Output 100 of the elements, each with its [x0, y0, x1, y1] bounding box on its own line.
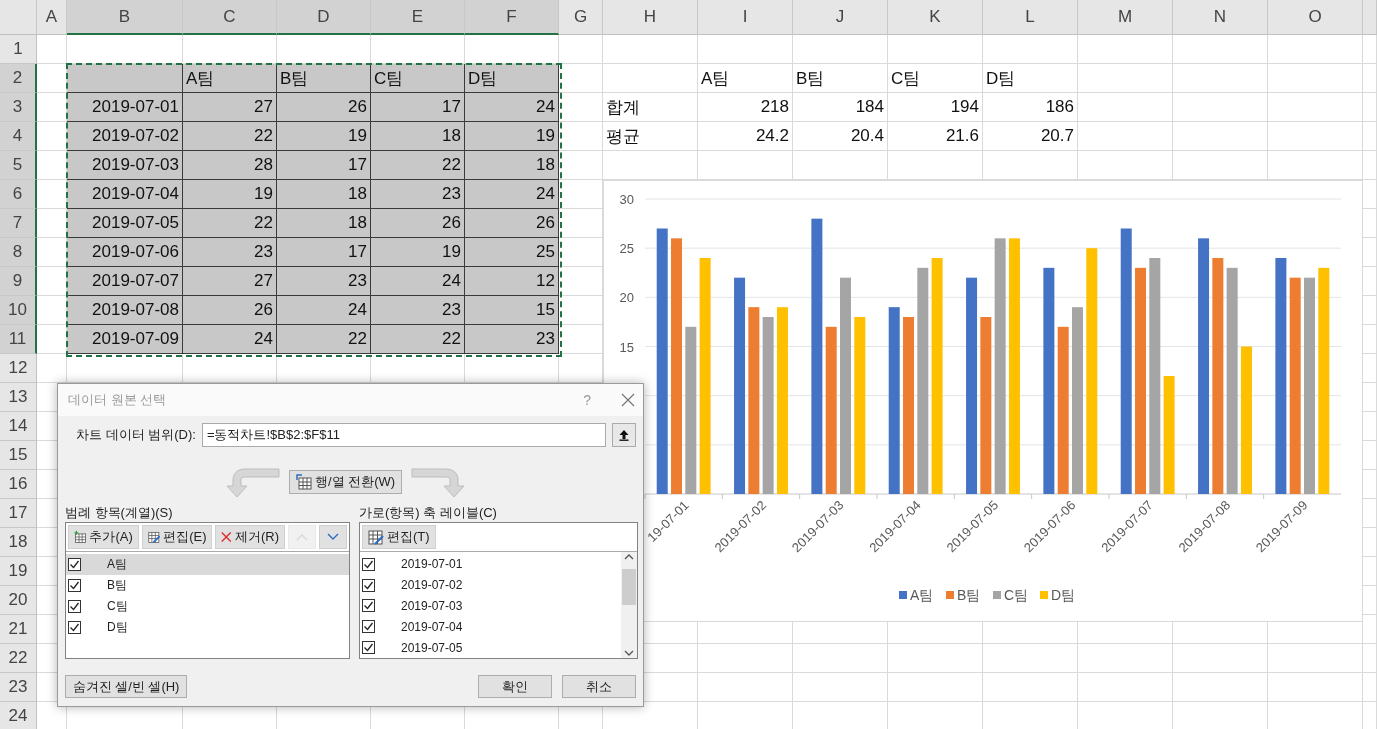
- edit-table-icon: [368, 529, 384, 545]
- axis-label: 30: [619, 192, 634, 207]
- column-header[interactable]: J: [793, 0, 888, 35]
- collapse-button[interactable]: [612, 423, 636, 447]
- number-cell: 27: [183, 93, 277, 122]
- toolbar-button[interactable]: 추가(A): [68, 525, 139, 549]
- row-header[interactable]: 22: [0, 644, 37, 673]
- column-header[interactable]: O: [1268, 0, 1363, 35]
- number-cell: 24.2: [698, 122, 793, 151]
- column-header[interactable]: A: [37, 0, 67, 35]
- row-header[interactable]: 23: [0, 673, 37, 702]
- row-header[interactable]: 15: [0, 441, 37, 470]
- number-cell: 20.4: [793, 122, 888, 151]
- row-header[interactable]: 2: [0, 64, 37, 93]
- close-icon: [221, 530, 232, 544]
- number-cell: 23: [183, 238, 277, 267]
- column-header-cell: D팀: [983, 64, 1078, 93]
- label-cell: 평균: [603, 122, 698, 151]
- column-header[interactable]: B: [67, 0, 183, 35]
- date-cell: 2019-07-09: [67, 325, 183, 354]
- row-header[interactable]: 13: [0, 383, 37, 412]
- number-cell: 26: [371, 209, 465, 238]
- cancel-button[interactable]: 취소: [562, 675, 636, 698]
- column-header[interactable]: M: [1078, 0, 1173, 35]
- number-cell: 22: [371, 151, 465, 180]
- column-header-cell: C팀: [371, 64, 465, 93]
- close-icon[interactable]: [621, 393, 635, 407]
- row-header[interactable]: 14: [0, 412, 37, 441]
- checkbox[interactable]: [362, 599, 375, 613]
- list-item[interactable]: B팀: [66, 575, 349, 596]
- column-header-cell: B팀: [793, 64, 888, 93]
- hidden-cells-button[interactable]: 숨겨진 셀/빈 셀(H): [65, 675, 187, 698]
- chevron-up-icon: [624, 554, 634, 560]
- edit-table-icon: [147, 529, 161, 545]
- row-header[interactable]: 21: [0, 615, 37, 644]
- number-cell: 22: [183, 209, 277, 238]
- list-item[interactable]: 2019-07-05: [360, 637, 621, 658]
- list-item[interactable]: A팀: [66, 554, 349, 575]
- column-header[interactable]: F: [465, 0, 559, 35]
- toolbar-button[interactable]: 제거(R): [215, 525, 285, 549]
- range-field[interactable]: =동적차트!$B$2:$F$11: [201, 423, 606, 447]
- checkbox[interactable]: [68, 600, 81, 613]
- number-cell: 18: [277, 180, 371, 209]
- column-header[interactable]: C: [183, 0, 277, 35]
- label-cell: 합계: [603, 93, 698, 122]
- row-header[interactable]: 11: [0, 325, 37, 354]
- row-header[interactable]: 9: [0, 267, 37, 296]
- switch-row-column-button[interactable]: 행/열 전환(W): [288, 470, 403, 494]
- column-header-cell: B팀: [277, 64, 371, 93]
- number-cell: 12: [465, 267, 559, 296]
- row-header[interactable]: 4: [0, 122, 37, 151]
- number-cell: 19: [371, 238, 465, 267]
- row-header[interactable]: 6: [0, 180, 37, 209]
- row-header[interactable]: 1: [0, 35, 37, 64]
- checkbox[interactable]: [68, 579, 81, 592]
- list-item[interactable]: C팀: [66, 596, 349, 617]
- column-header[interactable]: K: [888, 0, 983, 35]
- scrollbar[interactable]: [621, 552, 637, 658]
- row-header[interactable]: 24: [0, 702, 37, 729]
- checkbox[interactable]: [362, 620, 375, 634]
- row-header[interactable]: 3: [0, 93, 37, 122]
- number-cell: 22: [183, 122, 277, 151]
- number-cell: 23: [371, 180, 465, 209]
- checkbox[interactable]: [68, 621, 81, 634]
- checkbox[interactable]: [362, 557, 375, 571]
- checkbox[interactable]: [362, 578, 375, 592]
- number-cell: 15: [465, 296, 559, 325]
- column-header[interactable]: L: [983, 0, 1078, 35]
- number-cell: 23: [465, 325, 559, 354]
- legend-label: D팀: [1051, 587, 1076, 603]
- column-header[interactable]: G: [559, 0, 603, 35]
- number-cell: 22: [277, 325, 371, 354]
- column-header[interactable]: D: [277, 0, 371, 35]
- list-item[interactable]: D팀: [66, 617, 349, 638]
- row-header[interactable]: 8: [0, 238, 37, 267]
- number-cell: 25: [465, 238, 559, 267]
- number-cell: 21.6: [888, 122, 983, 151]
- toolbar-button[interactable]: 편집(E): [141, 525, 213, 549]
- row-header[interactable]: 18: [0, 528, 37, 557]
- checkbox[interactable]: [362, 641, 375, 655]
- number-cell: 22: [371, 325, 465, 354]
- number-cell: 17: [277, 238, 371, 267]
- number-cell: 23: [277, 267, 371, 296]
- row-header[interactable]: 19: [0, 557, 37, 586]
- row-header[interactable]: 16: [0, 470, 37, 499]
- ok-button[interactable]: 확인: [478, 675, 552, 698]
- number-cell: 20.7: [983, 122, 1078, 151]
- row-header[interactable]: 20: [0, 586, 37, 615]
- row-header[interactable]: 17: [0, 499, 37, 528]
- row-header[interactable]: 5: [0, 151, 37, 180]
- row-header[interactable]: 10: [0, 296, 37, 325]
- checkbox[interactable]: [68, 558, 81, 571]
- number-cell: 218: [698, 93, 793, 122]
- row-header[interactable]: 12: [0, 354, 37, 383]
- toolbar-button[interactable]: 편집(T): [362, 525, 436, 549]
- row-header[interactable]: 7: [0, 209, 37, 238]
- column-header[interactable]: I: [698, 0, 793, 35]
- column-header[interactable]: H: [603, 0, 698, 35]
- column-header[interactable]: N: [1173, 0, 1268, 35]
- column-header[interactable]: E: [371, 0, 465, 35]
